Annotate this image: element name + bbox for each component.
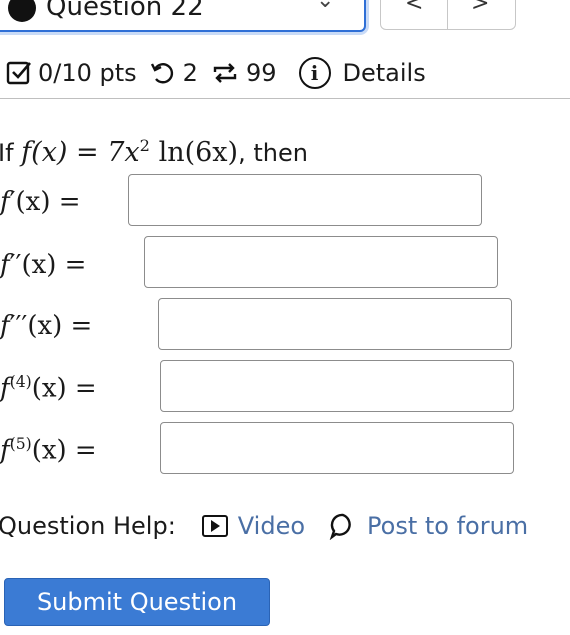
derivative-row-2: f′′(x) = — [0, 237, 86, 293]
retries-status: 2 — [149, 59, 198, 87]
retry-icon — [149, 59, 177, 87]
repeat-icon — [210, 58, 240, 88]
chevron-down-icon: ⌄ — [316, 0, 335, 13]
derivative-label-4: f(4)(x) = — [0, 372, 97, 404]
answer-input-2[interactable] — [144, 236, 498, 288]
derivative-row-3: f′′′(x) = — [0, 298, 92, 354]
derivative-row-1: f′(x) = — [0, 174, 81, 230]
nav-divider — [447, 0, 448, 29]
points-value: 0/10 pts — [38, 59, 137, 87]
status-dot-icon — [8, 0, 36, 22]
answer-input-3[interactable] — [158, 298, 512, 350]
submit-question-button[interactable]: Submit Question — [4, 578, 270, 626]
function-definition: f(x) = 7x2 ln(6x) — [21, 136, 239, 168]
question-help: Question Help: Video Post to forum — [0, 510, 552, 542]
details-link[interactable]: i Details — [289, 57, 426, 89]
speech-bubble-icon — [329, 512, 357, 540]
answer-input-4[interactable] — [160, 360, 514, 412]
statement-prefix: If — [0, 139, 14, 167]
derivative-label-5: f(5)(x) = — [0, 434, 97, 466]
forum-help-link[interactable]: Post to forum — [329, 512, 528, 540]
video-icon — [201, 515, 228, 537]
derivative-label-1: f′(x) = — [0, 187, 81, 217]
question-selector-label: Question 22 — [46, 0, 204, 22]
derivative-label-3: f′′′(x) = — [0, 311, 93, 341]
question-help-label: Question Help: — [0, 512, 176, 540]
next-question-button[interactable]: > — [471, 0, 489, 16]
divider — [0, 98, 570, 99]
question-status-row: 0/10 pts 2 99 i Details — [6, 56, 438, 90]
statement-suffix: , then — [238, 139, 308, 167]
attempts-value: 99 — [245, 59, 277, 87]
forum-link-label: Post to forum — [367, 512, 529, 540]
checkbox-icon — [6, 60, 32, 86]
video-link-label: Video — [237, 512, 306, 540]
attempts-status: 99 — [210, 58, 277, 88]
details-label: Details — [342, 59, 426, 87]
answer-input-5[interactable] — [160, 422, 514, 474]
question-selector[interactable]: Question 22 ⌄ — [0, 0, 366, 32]
answer-input-1[interactable] — [128, 174, 482, 226]
video-help-link[interactable]: Video — [201, 512, 306, 540]
question-nav: < > — [380, 0, 516, 30]
info-icon: i — [298, 57, 331, 89]
prev-question-button[interactable]: < — [405, 0, 423, 16]
derivative-label-2: f′′(x) = — [0, 250, 87, 280]
points-status: 0/10 pts — [6, 59, 137, 87]
derivative-row-4: f(4)(x) = — [0, 360, 97, 416]
derivative-row-5: f(5)(x) = — [0, 422, 97, 478]
question-statement: If f(x) = 7x2 ln(6x), then — [0, 136, 308, 168]
retries-value: 2 — [182, 59, 198, 87]
